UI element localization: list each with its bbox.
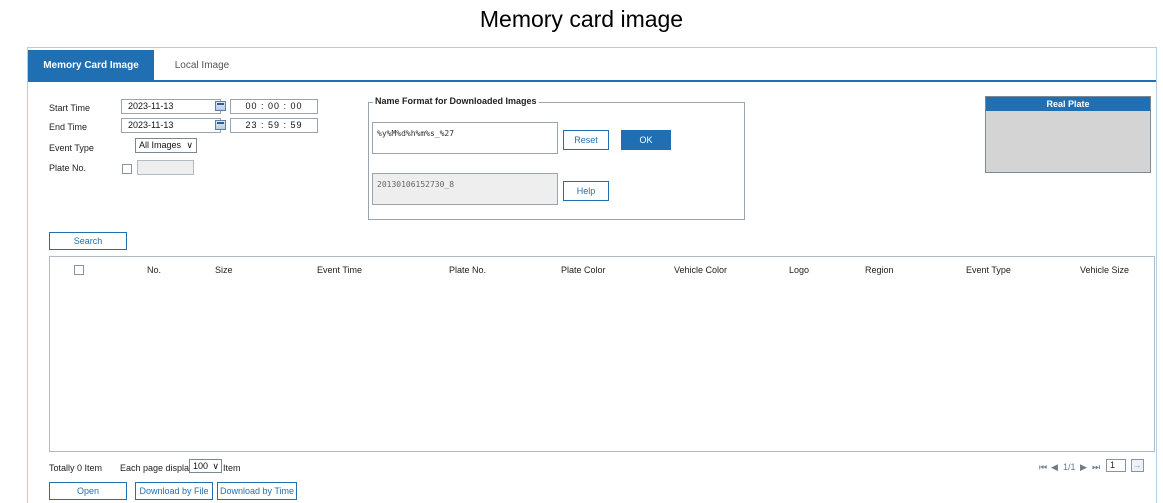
tab-local-image[interactable]: Local Image (154, 50, 250, 82)
start-date-input[interactable]: 2023-11-13 (121, 99, 221, 114)
event-type-value: All Images (139, 140, 182, 150)
column-header-event-type[interactable]: Event Type (966, 265, 1011, 275)
real-plate-panel: Real Plate (985, 96, 1151, 173)
column-header-region[interactable]: Region (865, 265, 894, 275)
start-time-label: Start Time (49, 103, 91, 113)
chevron-down-icon: ∨ (186, 140, 193, 150)
page-size-value: 100 (193, 461, 209, 471)
help-button[interactable]: Help (563, 181, 609, 201)
plate-no-checkbox[interactable] (122, 164, 132, 174)
last-page-icon[interactable]: ⏭ (1092, 462, 1100, 473)
real-plate-title: Real Plate (986, 97, 1150, 111)
column-header-no[interactable]: No. (147, 265, 161, 275)
name-format-input[interactable]: %y%M%d%h%m%s_%27 (372, 122, 558, 154)
event-type-label: Event Type (49, 143, 94, 153)
end-calendar-icon[interactable] (215, 120, 226, 130)
go-page-icon[interactable]: → (1131, 459, 1144, 472)
memory-card-panel: Memory Card Image Local Image Start Time… (27, 47, 1157, 503)
end-time-input[interactable]: 23 : 59 : 59 (230, 118, 318, 133)
page-indicator: 1/1 (1063, 462, 1076, 472)
column-header-plate-color[interactable]: Plate Color (561, 265, 606, 275)
previous-page-icon[interactable]: ◀ (1051, 462, 1058, 473)
end-date-input[interactable]: 2023-11-13 (121, 118, 221, 133)
name-format-preview: 20130106152730_8 (372, 173, 558, 205)
name-format-legend: Name Format for Downloaded Images (373, 96, 539, 106)
event-type-select[interactable]: All Images ∨ (135, 138, 197, 153)
tab-memory-card-image[interactable]: Memory Card Image (28, 50, 154, 82)
column-header-plate-no[interactable]: Plate No. (449, 265, 486, 275)
download-by-file-button[interactable]: Download by File (135, 482, 213, 500)
page-number-input[interactable]: 1 (1106, 459, 1126, 472)
page-size-select[interactable]: 100 ∨ (189, 459, 222, 473)
search-button[interactable]: Search (49, 232, 127, 250)
item-label: Item (223, 463, 241, 473)
first-page-icon[interactable]: ⏮ (1039, 462, 1047, 473)
column-header-vehicle-size[interactable]: Vehicle Size (1080, 265, 1129, 275)
tab-bar: Memory Card Image Local Image (28, 48, 1156, 82)
column-header-event-time[interactable]: Event Time (317, 265, 362, 275)
results-table: No. Size Event Time Plate No. Plate Colo… (49, 256, 1155, 452)
select-all-checkbox[interactable] (74, 265, 84, 275)
start-time-input[interactable]: 00 : 00 : 00 (230, 99, 318, 114)
plate-no-input[interactable] (137, 160, 194, 175)
column-header-size[interactable]: Size (215, 265, 233, 275)
total-count: Totally 0 Item (49, 463, 103, 473)
column-header-vehicle-color[interactable]: Vehicle Color (674, 265, 727, 275)
ok-button[interactable]: OK (621, 130, 671, 150)
name-format-group: Name Format for Downloaded Images %y%M%d… (368, 96, 745, 220)
column-header-logo[interactable]: Logo (789, 265, 809, 275)
chevron-down-icon: ∨ (212, 461, 219, 471)
plate-no-label: Plate No. (49, 163, 87, 173)
reset-button[interactable]: Reset (563, 130, 609, 150)
start-calendar-icon[interactable] (215, 101, 226, 111)
end-time-label: End Time (49, 122, 88, 132)
page-caption: Memory card image (479, 6, 684, 32)
open-button[interactable]: Open (49, 482, 127, 500)
download-by-time-button[interactable]: Download by Time (217, 482, 297, 500)
next-page-icon[interactable]: ▶ (1080, 462, 1087, 473)
page-size-label: Each page displays (120, 463, 199, 473)
